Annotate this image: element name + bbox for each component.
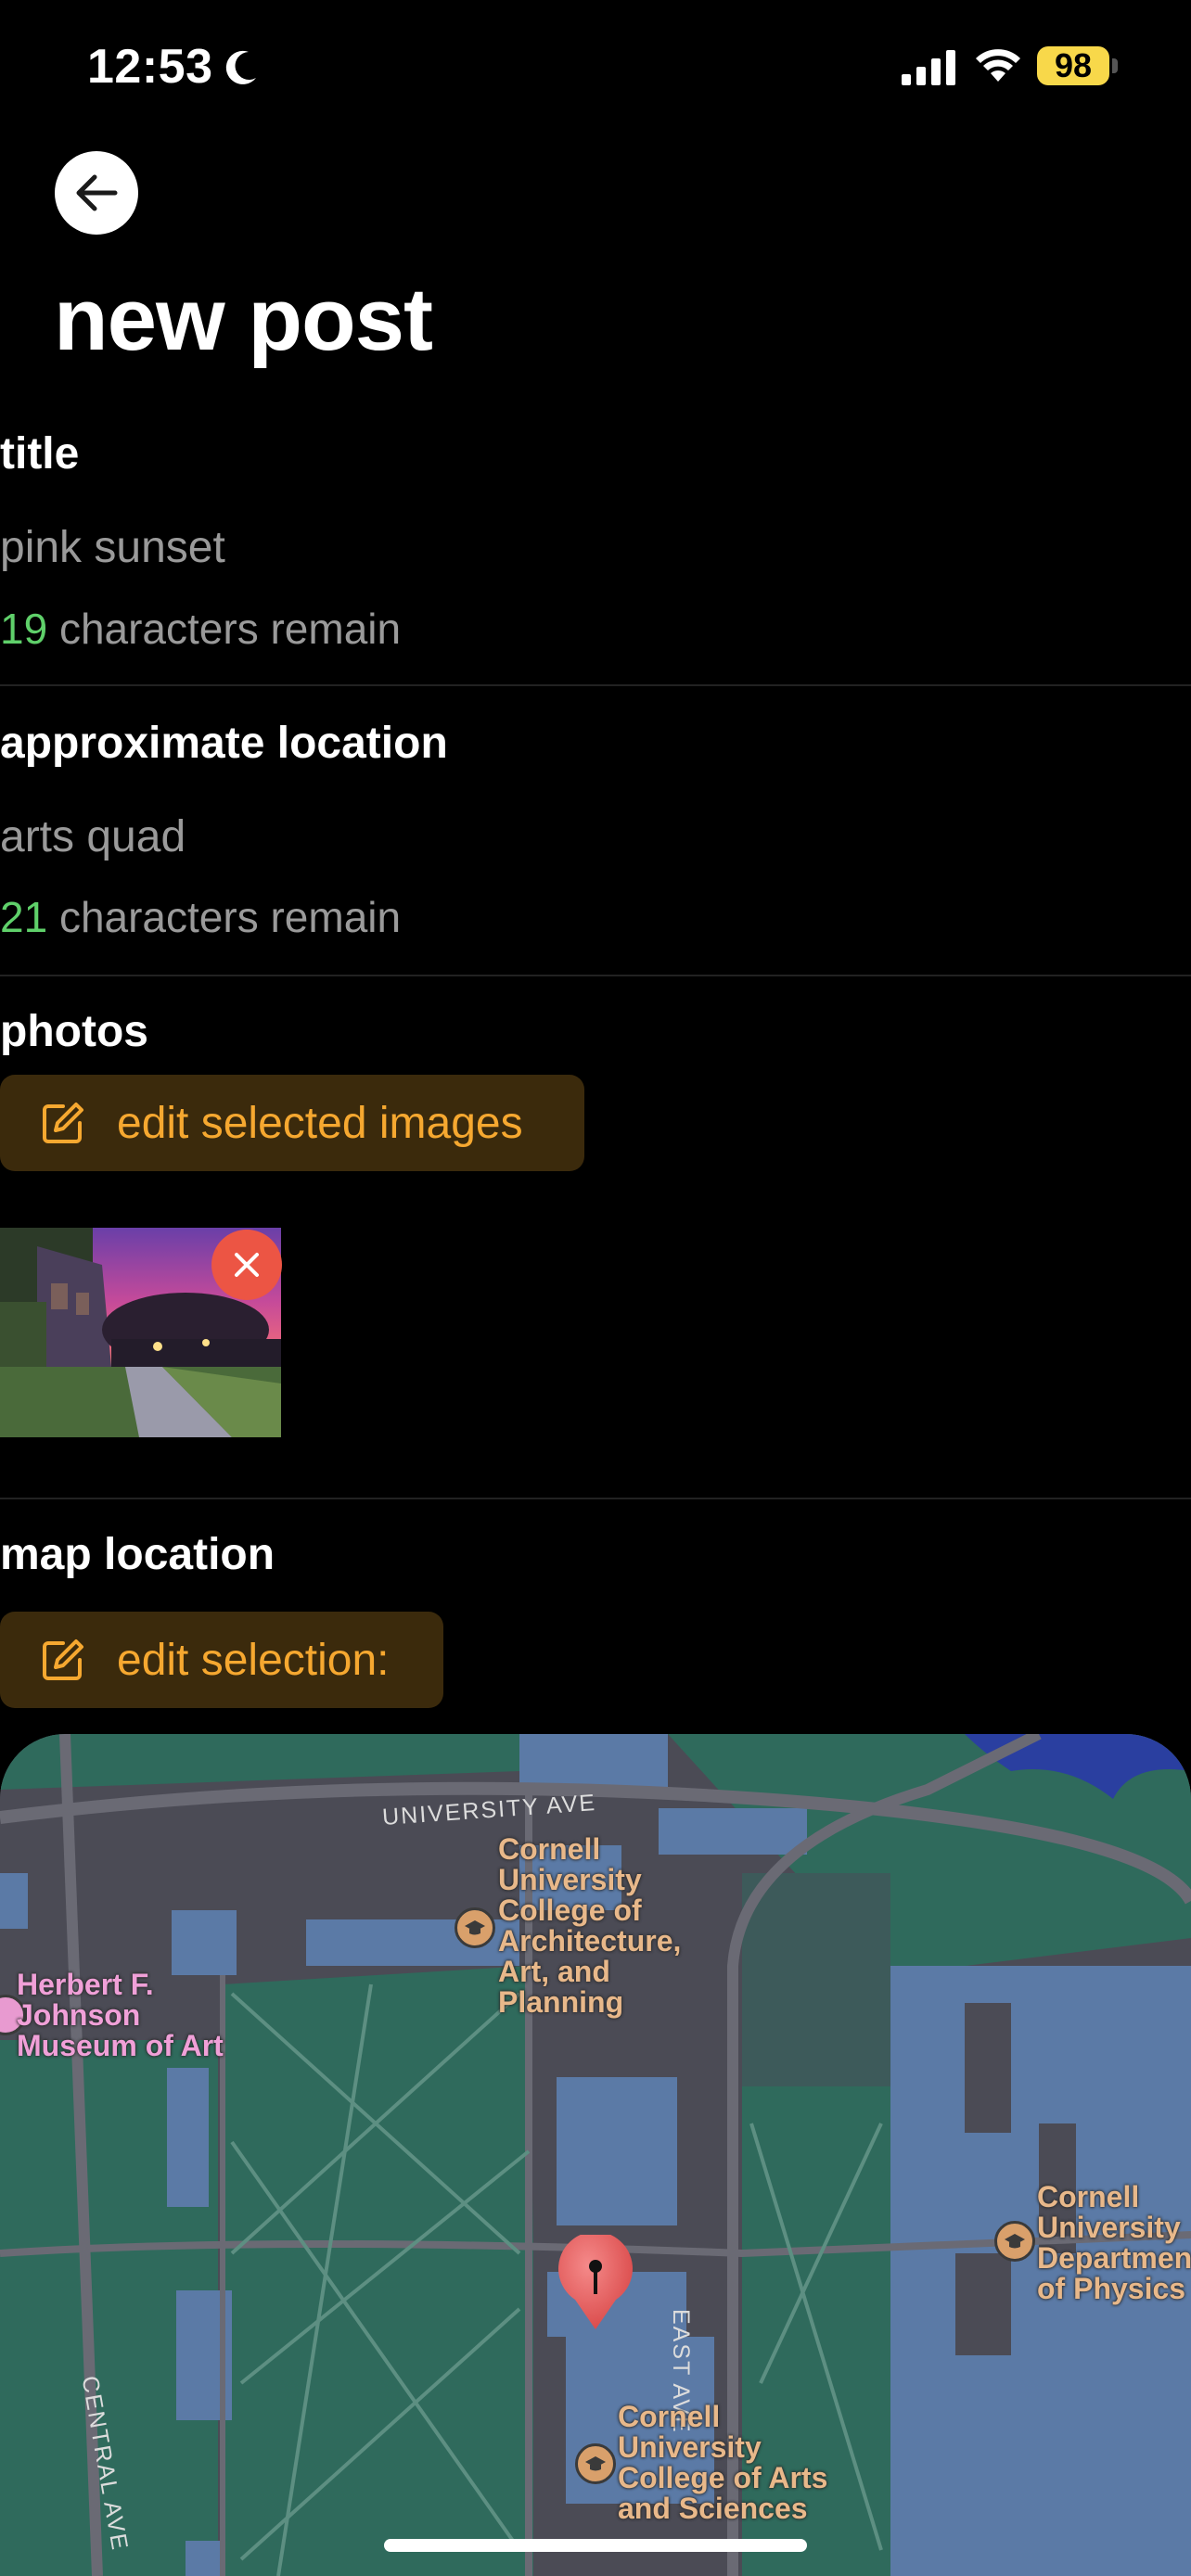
title-remaining-text: characters remain: [47, 605, 402, 653]
map-pin-icon[interactable]: [555, 2235, 636, 2331]
status-time: 12:53: [87, 40, 213, 94]
place-label: Herbert F. Johnson Museum of Art: [17, 1968, 224, 2062]
battery-nub: [1112, 58, 1118, 73]
signal-icon: [902, 50, 955, 85]
graduation-cap-icon: [455, 1907, 495, 1948]
wifi-icon: [976, 49, 1020, 82]
home-indicator: [384, 2539, 807, 2552]
title-counter: 19 characters remain: [0, 604, 401, 654]
divider: [0, 1498, 1191, 1499]
location-counter: 21 characters remain: [0, 892, 401, 942]
graduation-cap-icon: [575, 2443, 616, 2484]
approximate-location-input[interactable]: arts quad: [0, 811, 186, 862]
approximate-location-label: approximate location: [0, 719, 448, 768]
arrow-left-icon: [76, 174, 118, 211]
back-button[interactable]: [55, 151, 138, 235]
title-input[interactable]: pink sunset: [0, 522, 225, 573]
edit-icon: [43, 1639, 83, 1680]
title-label: title: [0, 429, 80, 478]
status-bar: 12:53 98: [0, 0, 1191, 130]
battery-indicator: 98: [1037, 46, 1109, 85]
edit-icon: [43, 1103, 83, 1143]
edit-selected-images-label: edit selected images: [117, 1098, 523, 1148]
map-location-label: map location: [0, 1530, 275, 1579]
graduation-cap-icon: [994, 2221, 1035, 2262]
divider: [0, 975, 1191, 976]
place-label: Cornell University College of Arts and S…: [618, 2400, 828, 2525]
moon-icon: [225, 50, 256, 84]
close-icon: [235, 1253, 259, 1277]
location-map[interactable]: UNIVERSITY AVE EAST AVE CENTRAL AVE Corn…: [0, 1734, 1191, 2576]
remove-photo-button[interactable]: [211, 1230, 282, 1300]
place-label: Cornell University College of Architectu…: [498, 1832, 682, 2019]
location-remaining-text: characters remain: [47, 893, 402, 941]
photos-label: photos: [0, 1007, 148, 1056]
divider: [0, 684, 1191, 686]
page-title: new post: [54, 270, 433, 369]
location-remaining-count: 21: [0, 893, 48, 941]
edit-selection-button[interactable]: edit selection:: [0, 1612, 443, 1708]
title-remaining-count: 19: [0, 605, 48, 653]
edit-selected-images-button[interactable]: edit selected images: [0, 1075, 584, 1171]
place-label: Cornell University Department of Physics: [1037, 2180, 1191, 2305]
edit-selection-label: edit selection:: [117, 1635, 390, 1685]
